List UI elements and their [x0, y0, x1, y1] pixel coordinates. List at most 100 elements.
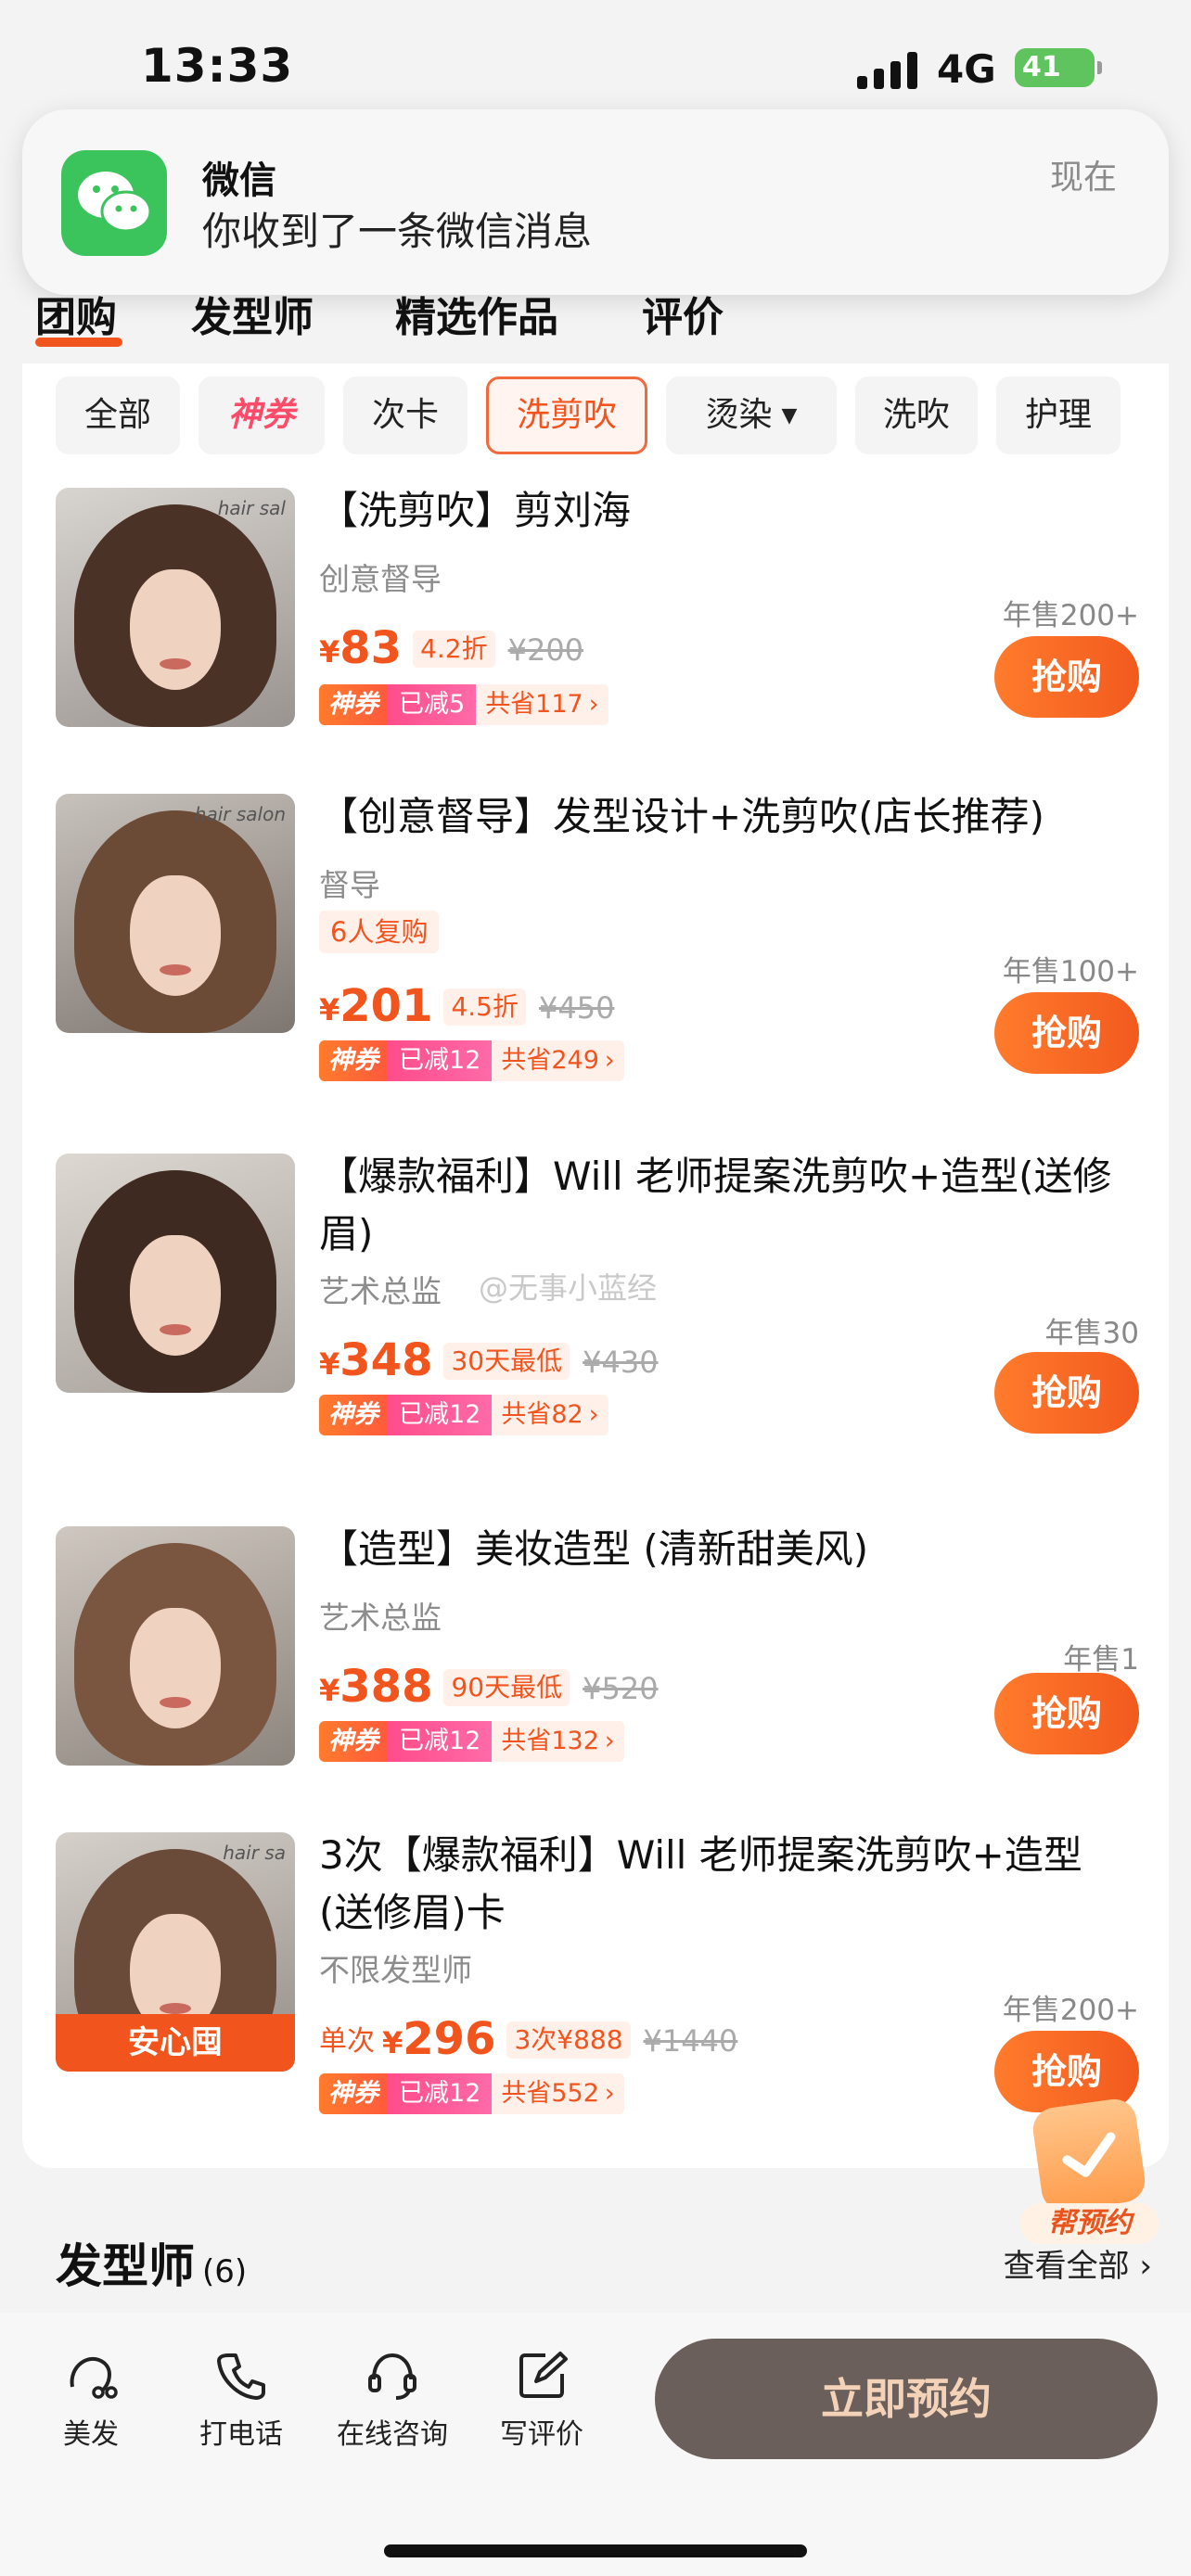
home-indicator [384, 2544, 807, 2557]
original-price: ¥520 [583, 1671, 659, 1706]
currency-symbol: ¥ [382, 2025, 403, 2060]
wechat-icon [61, 150, 167, 256]
stylists-section-title: 发型师 (6) [56, 2229, 247, 2296]
annual-sales: 年售200+ [1002, 599, 1139, 632]
filter-all[interactable]: 全部 [56, 376, 180, 454]
calendar-check-icon [1030, 2096, 1148, 2214]
wechat-notification[interactable]: 微信 你收到了一条微信消息 现在 [22, 109, 1169, 295]
nav-online-chat[interactable]: 在线咨询 [336, 2348, 449, 2452]
original-price: ¥430 [583, 1345, 659, 1380]
product-item[interactable]: hair sal 【洗剪吹】剪刘海 创意督导 ¥ 83 4.2折 ¥200 神券… [22, 488, 1169, 766]
promo-row[interactable]: 神券 已减12 共省249 › [319, 1040, 624, 1081]
price-row: ¥ 348 30天最低 ¥430 [319, 1333, 659, 1385]
product-title: 3次【爆款福利】Will 老师提案洗剪吹+造型(送修眉)卡 [319, 1832, 1082, 1935]
price-row: 单次 ¥ 296 3次¥888 ¥1440 [319, 2012, 737, 2064]
thumb-badge: 安心囤 [56, 2014, 295, 2072]
total-saving: 共省132 › [492, 1721, 624, 1762]
view-all-link[interactable]: 查看全部 › [1004, 2240, 1152, 2286]
coupon-label: 神券 [319, 684, 388, 725]
chevron-right-icon: › [604, 1727, 615, 1755]
assist-booking-float[interactable]: 帮预约 [1020, 2096, 1159, 2251]
product-title: 【创意督导】发型设计+洗剪吹(店长推荐) [319, 794, 1044, 839]
filter-pass[interactable]: 次卡 [343, 376, 467, 454]
product-title: 【爆款福利】Will 老师提案洗剪吹+造型(送修眉) [319, 1154, 1112, 1256]
view-all-text: 查看全部 [1003, 2248, 1130, 2285]
notification-time: 现在 [1049, 159, 1117, 197]
product-price: 388 [339, 1661, 433, 1713]
coupon-label: 神券 [319, 2073, 388, 2114]
book-now-button[interactable]: 立即预约 [655, 2339, 1158, 2459]
total-saving-text: 共省552 [501, 2079, 599, 2108]
chevron-right-icon: › [1139, 2248, 1152, 2285]
notification-message: 你收到了一条微信消息 [202, 209, 593, 254]
filter-care[interactable]: 护理 [996, 376, 1121, 454]
nav-call[interactable]: 打电话 [186, 2348, 297, 2452]
edit-review-icon [519, 2352, 568, 2398]
buy-button[interactable]: 抢购 [994, 1673, 1139, 1754]
coupon-reduction: 已减12 [388, 2073, 493, 2114]
product-price: 296 [403, 2013, 496, 2065]
buy-button[interactable]: 抢购 [994, 636, 1139, 718]
annual-sales: 年售30 [1044, 1317, 1139, 1350]
per-session-label: 单次 [319, 2025, 375, 2058]
coupon-reduction: 已减5 [388, 684, 477, 725]
product-stylist-level: 艺术总监 [319, 1600, 442, 1636]
original-price: ¥1440 [643, 2023, 738, 2059]
annual-sales: 年售100+ [1002, 955, 1139, 988]
currency-symbol: ¥ [319, 1673, 340, 1708]
annual-sales: 年售200+ [1002, 1994, 1139, 2027]
coupon-label: 神券 [319, 1721, 388, 1762]
buy-button[interactable]: 抢购 [994, 992, 1139, 1074]
discount-tag: 30天最低 [443, 1343, 570, 1380]
battery-level: 41 [1022, 51, 1061, 83]
total-saving: 共省249 › [492, 1040, 624, 1081]
chevron-right-icon: › [588, 1400, 599, 1429]
total-saving-text: 共省249 [501, 1046, 599, 1075]
nav-write-review[interactable]: 写评价 [486, 2348, 597, 2452]
filter-wash-blow[interactable]: 洗吹 [855, 376, 978, 454]
total-saving-text: 共省132 [501, 1727, 599, 1755]
product-price: 201 [339, 980, 433, 1032]
filter-wash-cut-blow[interactable]: 洗剪吹 [486, 376, 647, 454]
product-stylist-level: 创意督导 [319, 561, 442, 597]
assist-booking-label: 帮预约 [1020, 2203, 1159, 2244]
product-item[interactable]: hair salon 【创意督导】发型设计+洗剪吹(店长推荐) 督导 6人复购 … [22, 794, 1169, 1081]
product-item[interactable]: 【造型】美妆造型 (清新甜美风) 艺术总监 ¥ 388 90天最低 ¥520 神… [22, 1526, 1169, 1804]
price-row: ¥ 388 90天最低 ¥520 [319, 1660, 659, 1712]
battery-icon: 41 [1015, 48, 1102, 87]
promo-row[interactable]: 神券 已减12 共省132 › [319, 1721, 624, 1762]
filter-perm-dye-label: 烫染 [705, 396, 773, 434]
product-image [56, 1526, 295, 1766]
price-row: ¥ 201 4.5折 ¥450 [319, 979, 614, 1031]
headset-icon [368, 2353, 416, 2400]
total-saving: 共省552 › [492, 2073, 624, 2114]
stylists-title-text: 发型师 [56, 2239, 195, 2293]
watermark: @无事小蓝经 [479, 1270, 658, 1306]
price-row: ¥ 83 4.2折 ¥200 [319, 621, 583, 673]
nav-call-label: 打电话 [199, 2418, 283, 2451]
buy-button[interactable]: 抢购 [994, 1352, 1139, 1434]
promo-row[interactable]: 神券 已减12 共省82 › [319, 1395, 608, 1435]
filter-coupon[interactable]: 神券 [198, 376, 325, 454]
nav-hair[interactable]: 美发 [35, 2348, 147, 2452]
product-title: 【造型】美妆造型 (清新甜美风) [319, 1526, 869, 1572]
product-price: 348 [339, 1334, 433, 1386]
product-item[interactable]: hair sa 安心囤 3次【爆款福利】Will 老师提案洗剪吹+造型(送修眉)… [22, 1832, 1169, 2138]
promo-row[interactable]: 神券 已减5 共省117 › [319, 684, 608, 725]
product-image: hair salon [56, 794, 295, 1033]
scissors-icon [70, 2356, 118, 2399]
discount-tag: 4.2折 [413, 631, 495, 668]
coupon-reduction: 已减12 [388, 1040, 493, 1081]
product-image [56, 1154, 295, 1393]
currency-symbol: ¥ [319, 992, 340, 1027]
chevron-right-icon: › [588, 690, 599, 719]
promo-row[interactable]: 神券 已减12 共省552 › [319, 2073, 624, 2114]
filter-perm-dye[interactable]: 烫染 ▼ [666, 376, 837, 454]
annual-sales: 年售1 [1063, 1643, 1139, 1677]
phone-icon [217, 2353, 265, 2400]
tab-active-indicator [35, 338, 122, 347]
product-stylist-level: 督导 [319, 867, 380, 903]
product-stylist-level: 艺术总监 [319, 1273, 442, 1309]
product-title: 【洗剪吹】剪刘海 [319, 488, 632, 533]
original-price: ¥200 [507, 632, 584, 668]
